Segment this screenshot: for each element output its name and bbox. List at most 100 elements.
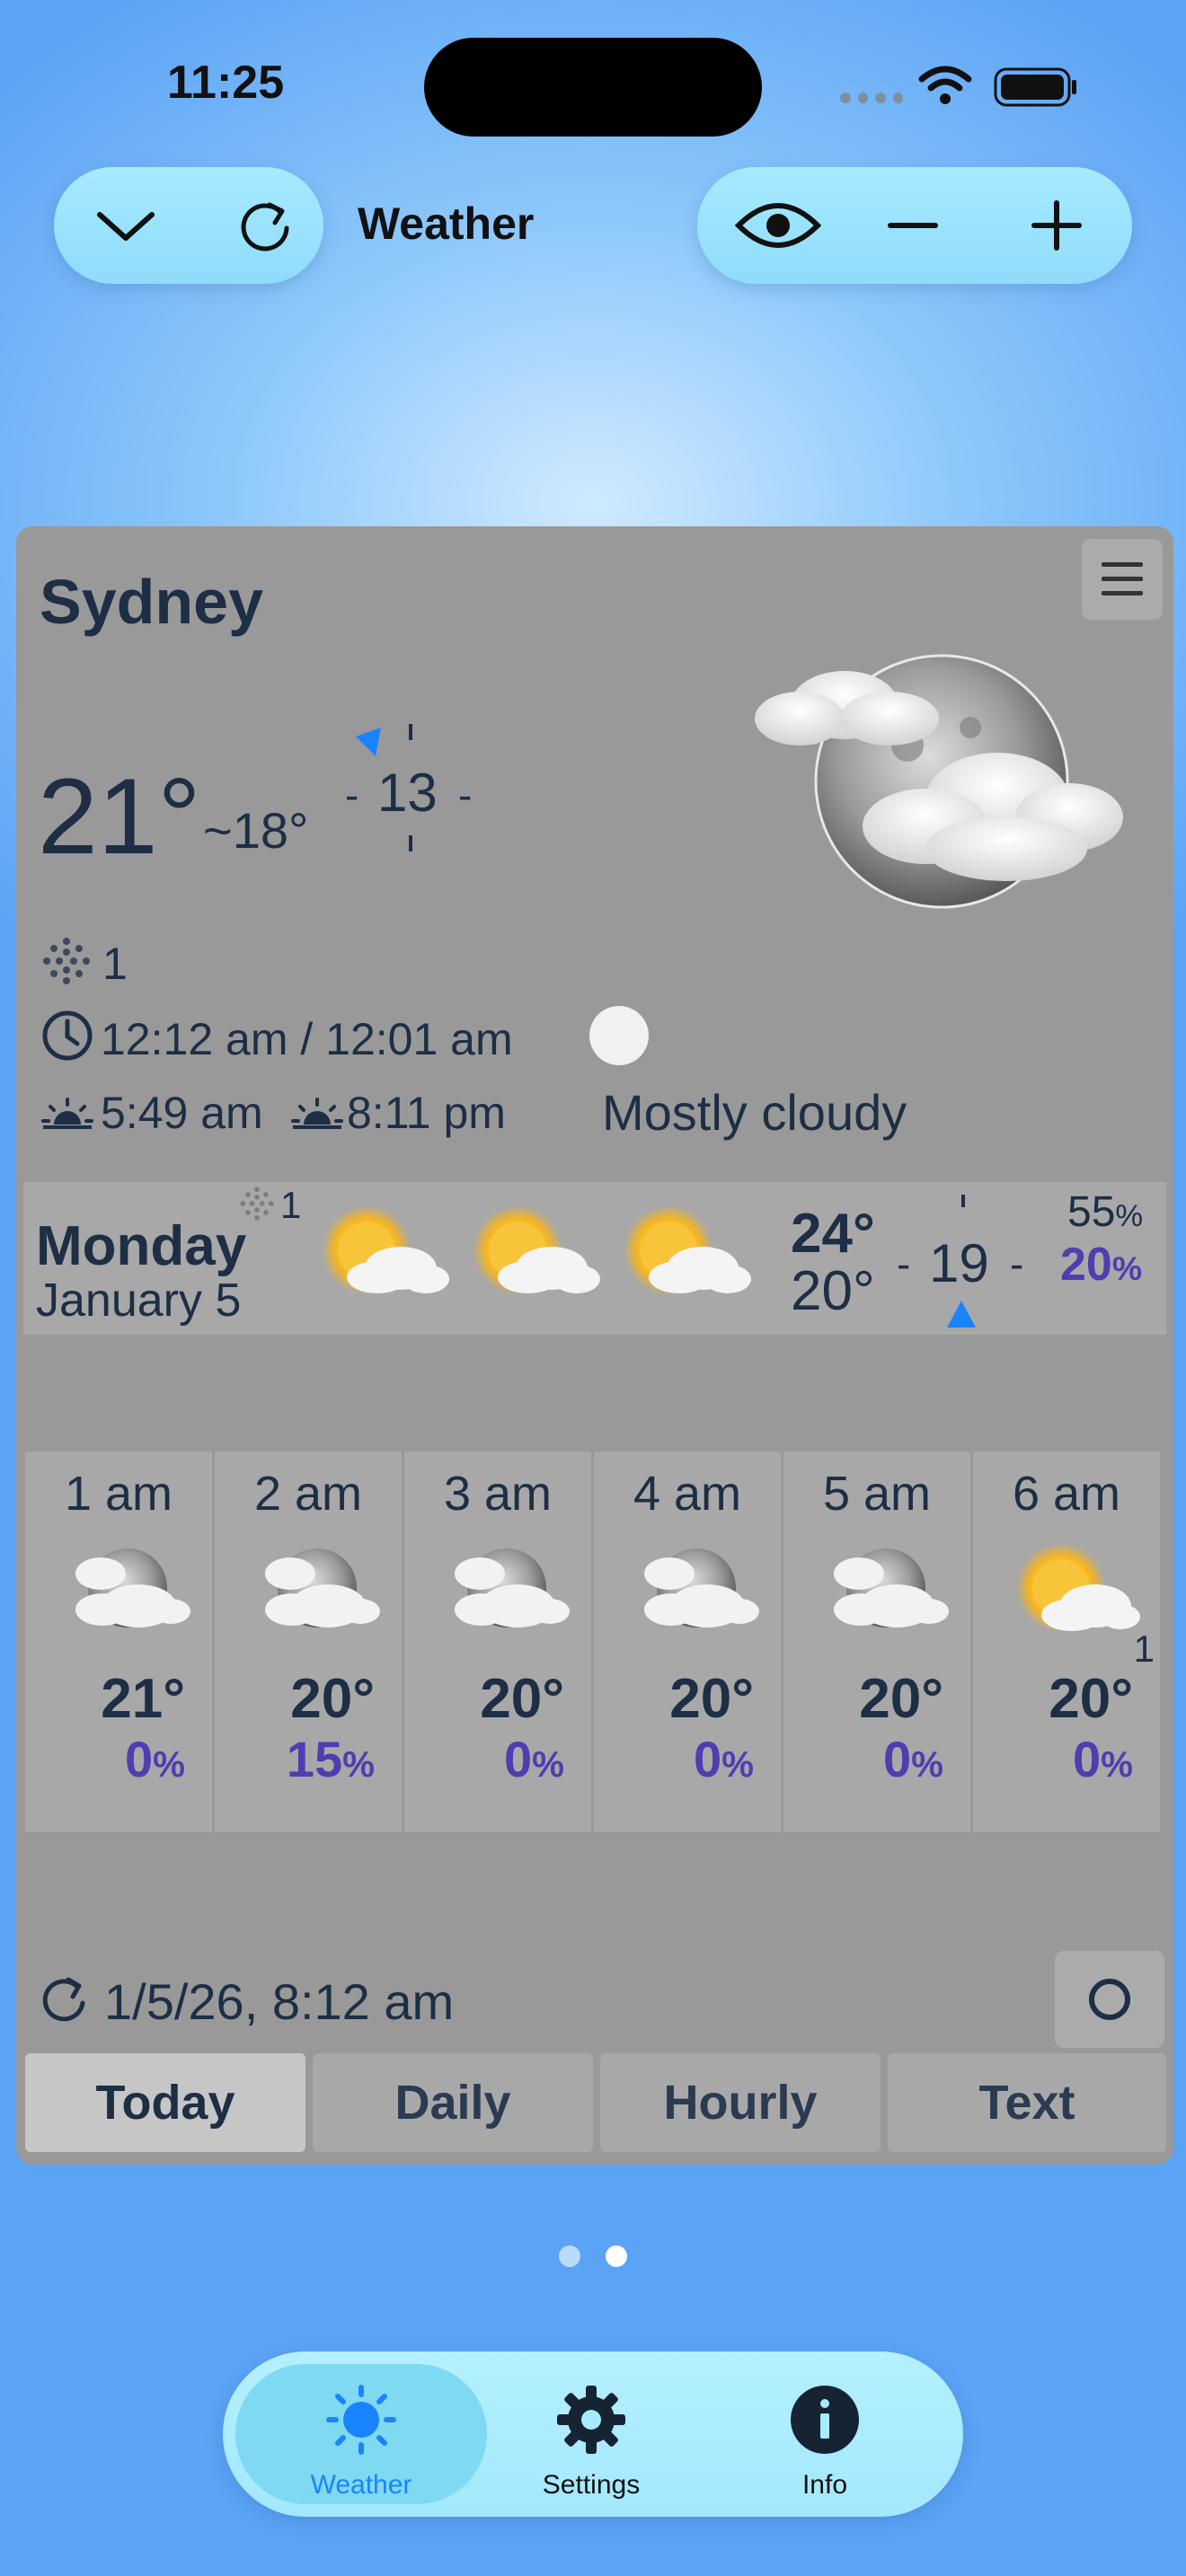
cellular-signal-icon bbox=[840, 93, 903, 103]
hourly-cell[interactable]: 3 am 20° 0% bbox=[404, 1451, 591, 1832]
toolbar-right-group bbox=[697, 167, 1132, 284]
compass-tick-east: - bbox=[458, 772, 473, 818]
hour-time: 5 am bbox=[822, 1467, 932, 1521]
tab-today[interactable]: Today bbox=[25, 2053, 305, 2152]
daily-precip-chance: 20% bbox=[1060, 1239, 1143, 1291]
hour-time: 2 am bbox=[253, 1467, 363, 1521]
partly-sunny-icon bbox=[322, 1205, 449, 1295]
hourly-cell[interactable]: 6 am 1 20° 0% bbox=[973, 1451, 1160, 1832]
minus-icon bbox=[888, 223, 938, 228]
hour-precip-chance: 0% bbox=[503, 1731, 564, 1787]
tab-hourly[interactable]: Hourly bbox=[600, 2053, 881, 2152]
compass-tick-north bbox=[409, 724, 412, 740]
full-moon-icon bbox=[589, 1006, 649, 1065]
nav-info[interactable]: Info bbox=[735, 2375, 915, 2501]
wifi-icon bbox=[918, 66, 972, 104]
refresh-icon bbox=[241, 202, 289, 251]
rain-drops-icon bbox=[43, 938, 90, 984]
tab-text[interactable]: Text bbox=[888, 2053, 1166, 2152]
app-title: Weather bbox=[358, 198, 535, 249]
hour-precip-chance: 0% bbox=[1072, 1731, 1133, 1787]
cloudy-moon-icon bbox=[834, 1548, 949, 1628]
battery-icon bbox=[994, 67, 1076, 107]
nav-settings[interactable]: Settings bbox=[501, 2375, 681, 2501]
cloudy-moon-icon bbox=[755, 654, 1123, 909]
hourly-cell[interactable]: 4 am 20° 0% bbox=[594, 1451, 781, 1832]
daily-humidity: 55% bbox=[1067, 1188, 1144, 1236]
nav-settings-label: Settings bbox=[542, 2470, 641, 2500]
hour-temperature: 21° bbox=[101, 1668, 185, 1730]
daily-wind-speed: 19 bbox=[929, 1233, 989, 1293]
tab-daily[interactable]: Daily bbox=[313, 2053, 593, 2152]
hour-temperature: 20° bbox=[859, 1668, 943, 1730]
gear-icon bbox=[557, 2386, 625, 2454]
status-time: 11:25 bbox=[167, 57, 285, 109]
hour-time: 6 am bbox=[1012, 1467, 1121, 1521]
partly-sunny-icon bbox=[473, 1205, 600, 1295]
zoom-in-button[interactable] bbox=[1012, 185, 1102, 266]
last-updated: 1/5/26, 8:12 am bbox=[104, 1973, 455, 2030]
sunset-time: 8:11 pm bbox=[347, 1088, 506, 1138]
hour-temperature: 20° bbox=[1049, 1668, 1133, 1730]
refresh-icon bbox=[42, 1977, 85, 2022]
hamburger-icon bbox=[1102, 562, 1143, 595]
hourly-cell[interactable]: 2 am 20° 15% bbox=[215, 1451, 402, 1832]
record-button[interactable] bbox=[1055, 1951, 1164, 2048]
partly-sunny-icon bbox=[624, 1205, 751, 1295]
hour-precip-chance: 0% bbox=[693, 1731, 754, 1787]
toolbar-left-group bbox=[54, 167, 323, 284]
nav-weather[interactable]: Weather bbox=[271, 2375, 451, 2501]
daily-low: 20° bbox=[791, 1260, 875, 1322]
hourly-cell[interactable]: 1 am 21° 0% bbox=[25, 1451, 212, 1832]
time-range: 12:12 am / 12:01 am bbox=[101, 1014, 513, 1064]
compass-tick-west: - bbox=[345, 772, 359, 818]
sunrise-time: 5:49 am bbox=[101, 1088, 263, 1138]
hour-time: 4 am bbox=[633, 1467, 742, 1521]
zoom-out-button[interactable] bbox=[868, 185, 958, 266]
sunset-icon bbox=[291, 1098, 343, 1129]
wind-direction-arrow-icon bbox=[356, 728, 381, 756]
hour-precip-chance: 0% bbox=[124, 1731, 185, 1787]
day-name: Monday bbox=[36, 1215, 247, 1277]
current-temperature: 21° bbox=[38, 756, 201, 877]
daily-rain-amount: 1 bbox=[280, 1184, 302, 1226]
sunrise-icon bbox=[41, 1098, 93, 1129]
city-name: Sydney bbox=[40, 567, 263, 637]
hour-time: 1 am bbox=[64, 1467, 173, 1521]
circle-icon bbox=[1089, 1979, 1130, 2020]
sun-icon bbox=[326, 2385, 396, 2455]
chevron-down-icon bbox=[97, 212, 155, 241]
page-indicator-dot[interactable] bbox=[559, 2245, 580, 2267]
hour-precip-chance: 15% bbox=[286, 1731, 375, 1787]
nav-weather-label: Weather bbox=[310, 2470, 412, 2500]
clock-icon bbox=[42, 1010, 93, 1061]
daily-high: 24° bbox=[791, 1203, 875, 1265]
menu-button[interactable] bbox=[1082, 539, 1163, 620]
cloudy-moon-icon bbox=[75, 1548, 190, 1628]
wind-speed: 13 bbox=[377, 763, 438, 823]
refresh-button[interactable] bbox=[225, 190, 305, 261]
compass-tick-east: - bbox=[1010, 1240, 1024, 1287]
hour-temperature: 20° bbox=[669, 1668, 754, 1730]
hour-temperature: 20° bbox=[480, 1668, 564, 1730]
compass-tick-west: - bbox=[897, 1240, 911, 1287]
rain-drops-icon bbox=[240, 1187, 274, 1221]
hour-time: 3 am bbox=[443, 1467, 553, 1521]
hour-temperature: 20° bbox=[290, 1668, 375, 1730]
compass-tick-south bbox=[409, 835, 412, 851]
compass-tick-north bbox=[961, 1195, 965, 1207]
plus-icon bbox=[1031, 200, 1082, 251]
condition-text: Mostly cloudy bbox=[602, 1084, 907, 1141]
hour-precip-chance: 0% bbox=[882, 1731, 943, 1787]
cloudy-moon-icon bbox=[265, 1548, 380, 1628]
wind-direction-arrow-icon bbox=[947, 1301, 976, 1328]
page-indicator-dot-active[interactable] bbox=[606, 2245, 627, 2267]
dynamic-island bbox=[424, 38, 762, 137]
partly-sunny-icon bbox=[1016, 1543, 1140, 1633]
info-icon bbox=[791, 2386, 859, 2454]
cloudy-moon-icon bbox=[644, 1548, 759, 1628]
hourly-cell[interactable]: 5 am 20° 0% bbox=[783, 1451, 970, 1832]
day-date: January 5 bbox=[36, 1275, 242, 1327]
collapse-button[interactable] bbox=[81, 190, 171, 261]
visibility-button[interactable] bbox=[724, 185, 832, 266]
